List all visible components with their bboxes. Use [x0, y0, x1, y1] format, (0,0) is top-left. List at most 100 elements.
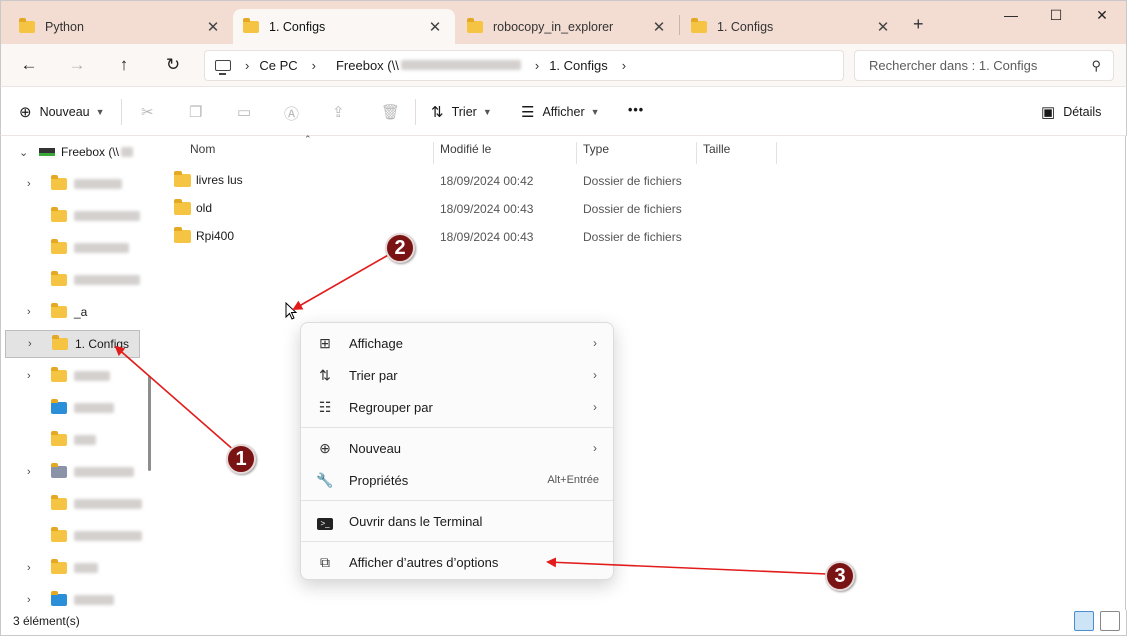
chevron-down-icon: ▼	[482, 107, 492, 117]
nav-item[interactable]	[1, 234, 151, 262]
nav-item-a[interactable]: › _a	[1, 298, 151, 326]
blurred-text	[400, 60, 521, 70]
nav-item[interactable]: ›	[1, 458, 151, 486]
new-button[interactable]: ⊕ Nouveau ▼	[19, 103, 105, 121]
nav-item[interactable]	[1, 522, 151, 550]
menu-item-label: Ouvrir dans le Terminal	[349, 513, 483, 529]
minimize-button[interactable]: —	[996, 7, 1026, 23]
view-button[interactable]: ☰ Afficher ▼	[521, 103, 600, 121]
tab-configs-2[interactable]: 1. Configs ✕	[681, 9, 903, 45]
maximize-button[interactable]: ☐	[1041, 7, 1071, 24]
menu-item-more-options[interactable]: ⧉ Afficher d’autres d’options	[305, 547, 609, 577]
rename-icon: Ⓐ	[284, 106, 300, 123]
title-bar: Python ✕ 1. Configs ✕ robocopy_in_explor…	[0, 0, 1127, 45]
breadcrumb-freebox[interactable]: Freebox (\\	[326, 58, 521, 73]
close-tab-icon[interactable]: ✕	[873, 18, 893, 36]
close-tab-icon[interactable]: ✕	[425, 18, 445, 36]
tab-configs-active[interactable]: 1. Configs ✕	[233, 9, 455, 45]
delete-button[interactable]: 🗑	[381, 103, 408, 121]
nav-item[interactable]: ›	[1, 170, 151, 198]
forward-button[interactable]: →	[65, 53, 89, 77]
column-header-size[interactable]: Taille	[697, 142, 777, 164]
close-window-button[interactable]: ✕	[1087, 7, 1117, 24]
up-button[interactable]: ↑	[112, 53, 136, 77]
more-options-button[interactable]: •••	[628, 103, 644, 117]
menu-item-label: Afficher d’autres d’options	[349, 554, 499, 570]
close-tab-icon[interactable]: ✕	[203, 18, 223, 36]
menu-item-label: Trier par	[349, 367, 398, 383]
chevron-right-icon: ›	[593, 336, 597, 350]
blurred-text	[74, 211, 140, 221]
new-tab-button[interactable]: +	[913, 14, 924, 35]
tab-python[interactable]: Python ✕	[9, 9, 233, 45]
blurred-text	[121, 147, 134, 157]
nav-item[interactable]	[1, 426, 151, 454]
menu-item-properties[interactable]: 🔧 Propriétés Alt+Entrée	[305, 465, 609, 495]
nav-item[interactable]	[1, 490, 151, 518]
breadcrumb-ce-pc[interactable]: Ce PC	[259, 58, 297, 73]
close-tab-icon[interactable]: ✕	[649, 18, 669, 36]
folder-icon	[19, 18, 35, 33]
nav-item[interactable]: ›	[1, 362, 151, 390]
details-view-button[interactable]	[1074, 611, 1094, 631]
share-button[interactable]: ⇪	[332, 103, 353, 121]
annotation-badge-2: 2	[385, 233, 415, 263]
command-bar: ⊕ Nouveau ▼ ✂ ❐ ▭ Ⓐ ⇪ 🗑 ⇅ Trier ▼ ☰ Affi…	[0, 86, 1127, 136]
tab-divider	[679, 15, 680, 35]
sort-arrows-icon: ⇅	[431, 104, 444, 121]
chevron-right-icon: ›	[534, 58, 540, 73]
nav-item[interactable]: ›	[1, 586, 151, 610]
nav-item-configs[interactable]: › 1. Configs	[5, 330, 140, 358]
column-header-name[interactable]: Nom	[184, 142, 434, 164]
address-bar[interactable]: › Ce PC › Freebox (\\ › 1. Configs ›	[204, 50, 844, 81]
rename-button[interactable]: Ⓐ	[284, 103, 307, 124]
menu-item-label: Regrouper par	[349, 399, 433, 415]
folder-icon	[51, 367, 67, 382]
folder-icon	[51, 239, 67, 254]
chevron-right-icon: ›	[27, 306, 31, 318]
context-menu: ⊞ Affichage › ⇅ Trier par › ☷ Regrouper …	[300, 322, 614, 580]
breadcrumb-configs[interactable]: 1. Configs	[549, 58, 608, 73]
chevron-right-icon: ›	[593, 441, 597, 455]
details-button[interactable]: ▣ Détails	[1041, 103, 1101, 121]
search-placeholder: Rechercher dans : 1. Configs	[869, 58, 1038, 73]
nav-item-freebox[interactable]: ⌄ Freebox (\\	[1, 138, 151, 166]
chevron-right-icon: ›	[593, 400, 597, 414]
menu-item-terminal[interactable]: >_ Ouvrir dans le Terminal	[305, 506, 609, 536]
paste-button[interactable]: ▭	[237, 103, 259, 121]
menu-item-view[interactable]: ⊞ Affichage ›	[305, 328, 609, 358]
nav-item[interactable]	[1, 266, 151, 294]
refresh-button[interactable]: ↻	[161, 53, 185, 77]
toolbar-divider	[415, 99, 416, 125]
chevron-right-icon: ›	[28, 338, 32, 350]
folder-icon	[174, 226, 191, 243]
column-header-type[interactable]: Type	[577, 142, 697, 164]
menu-item-sort[interactable]: ⇅ Trier par ›	[305, 360, 609, 390]
large-icons-view-button[interactable]	[1100, 611, 1120, 631]
tab-robocopy[interactable]: robocopy_in_explorer ✕	[457, 9, 679, 45]
plus-circle-icon: ⊕	[19, 104, 32, 121]
nav-item-label: Freebox (\\	[61, 145, 120, 159]
nav-scrollbar[interactable]	[148, 376, 151, 471]
nav-item[interactable]	[1, 394, 151, 422]
menu-item-label: Propriétés	[349, 472, 409, 488]
computer-icon	[215, 60, 231, 75]
nav-item[interactable]	[1, 202, 151, 230]
nav-item[interactable]: ›	[1, 554, 151, 582]
annotation-badge-1: 1	[226, 444, 256, 474]
chevron-right-icon: ›	[27, 594, 31, 606]
sort-button[interactable]: ⇅ Trier ▼	[431, 103, 492, 121]
chevron-right-icon: ›	[245, 58, 250, 73]
chevron-right-icon: ›	[621, 58, 627, 73]
menu-item-group[interactable]: ☷ Regrouper par ›	[305, 392, 609, 422]
search-box[interactable]: Rechercher dans : 1. Configs ⚲	[854, 50, 1114, 81]
copy-button[interactable]: ❐	[189, 103, 210, 121]
cut-button[interactable]: ✂	[141, 103, 162, 121]
navigation-pane: ⌄ Freebox (\\ › › _a › 1. Configs › › › ›	[0, 136, 158, 610]
file-modified: 18/09/2024 00:43	[440, 230, 534, 244]
back-button[interactable]: ←	[17, 53, 41, 77]
trash-icon: 🗑	[381, 104, 401, 121]
menu-item-new[interactable]: ⊕ Nouveau ›	[305, 433, 609, 463]
column-header-modified[interactable]: Modifié le	[434, 142, 577, 164]
folder-icon	[51, 495, 67, 510]
